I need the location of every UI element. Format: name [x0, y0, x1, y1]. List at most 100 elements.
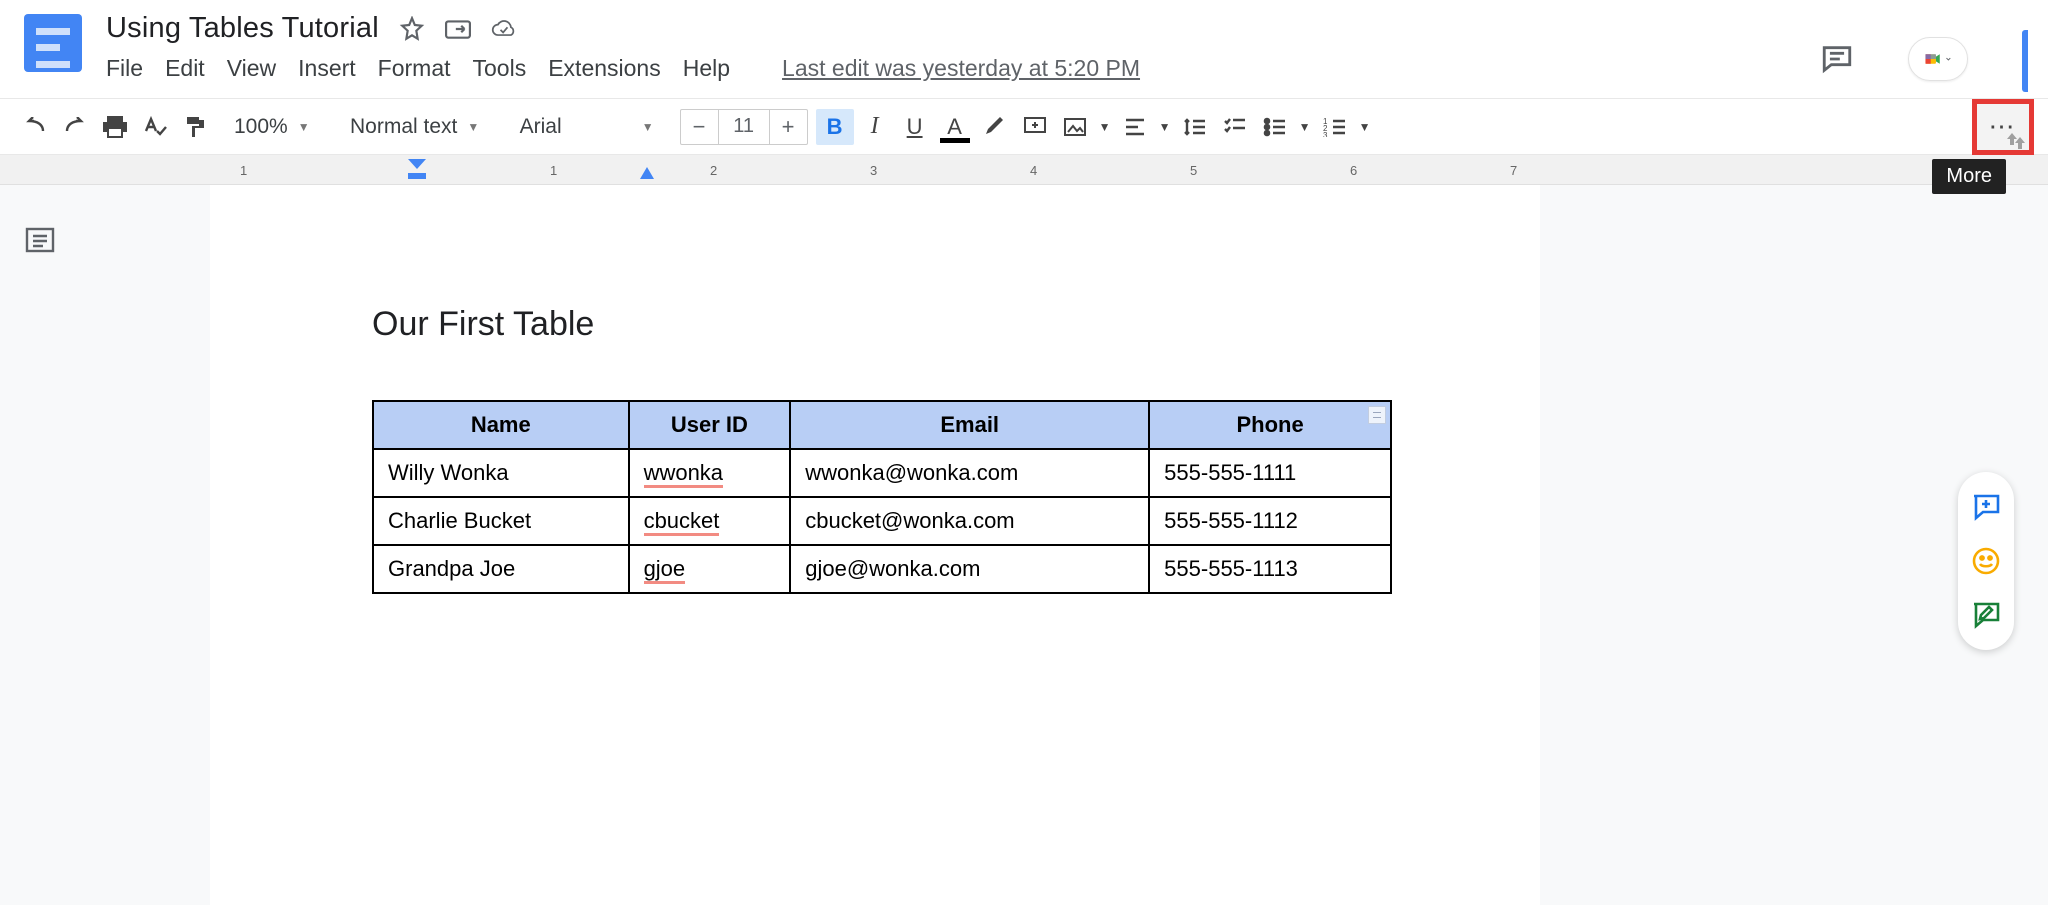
move-icon[interactable]: [445, 16, 471, 42]
table-row: Charlie Bucket cbucket cbucket@wonka.com…: [373, 497, 1391, 545]
menu-insert[interactable]: Insert: [298, 55, 356, 82]
more-tooltip: More: [1932, 159, 2006, 194]
table-header-cell[interactable]: User ID: [629, 401, 791, 449]
table-cell[interactable]: wwonka: [629, 449, 791, 497]
align-button[interactable]: [1116, 107, 1154, 147]
redo-button[interactable]: [56, 107, 94, 147]
font-size-input[interactable]: 11: [719, 115, 769, 138]
bulleted-list-button[interactable]: [1256, 107, 1294, 147]
more-toolbar-button[interactable]: ⋯: [1974, 101, 2032, 153]
table-cell[interactable]: 555-555-1113: [1149, 545, 1391, 593]
menu-extensions[interactable]: Extensions: [548, 55, 661, 82]
zoom-value: 100%: [234, 115, 288, 139]
ruler-mark: 1: [240, 163, 247, 178]
ruler-mark: 5: [1190, 163, 1197, 178]
header-right: [1820, 8, 2048, 92]
meet-button[interactable]: [1908, 37, 1968, 81]
menu-file[interactable]: File: [106, 55, 143, 82]
tab-marker-icon[interactable]: [640, 167, 654, 179]
menu-edit[interactable]: Edit: [165, 55, 205, 82]
spellcheck-button[interactable]: [136, 107, 174, 147]
document-outline-button[interactable]: [0, 185, 80, 905]
table-cell[interactable]: Grandpa Joe: [373, 545, 629, 593]
ruler-mark: 1: [550, 163, 557, 178]
chevron-down-icon: ▼: [298, 120, 310, 134]
line-spacing-button[interactable]: [1176, 107, 1214, 147]
zoom-select[interactable]: 100% ▼: [216, 107, 328, 147]
document-title[interactable]: Using Tables Tutorial: [106, 12, 379, 45]
table-row: Willy Wonka wwonka wwonka@wonka.com 555-…: [373, 449, 1391, 497]
table-cell[interactable]: cbucket: [629, 497, 791, 545]
table-header-row: Name User ID Email Phone: [373, 401, 1391, 449]
table-header-cell[interactable]: Name: [373, 401, 629, 449]
print-button[interactable]: [96, 107, 134, 147]
paragraph-style-select[interactable]: Normal text ▼: [330, 107, 500, 147]
chevron-down-icon[interactable]: ▼: [1296, 107, 1314, 147]
table-header-cell[interactable]: Phone: [1149, 401, 1391, 449]
paragraph-style-value: Normal text: [350, 115, 457, 139]
ruler-mark: 3: [870, 163, 877, 178]
text-color-button[interactable]: A: [936, 107, 974, 147]
paint-format-button[interactable]: [176, 107, 214, 147]
table-cell[interactable]: wwonka@wonka.com: [790, 449, 1149, 497]
last-edit-link[interactable]: Last edit was yesterday at 5:20 PM: [782, 55, 1140, 82]
menu-bar: File Edit View Insert Format Tools Exten…: [106, 45, 1820, 82]
menu-format[interactable]: Format: [378, 55, 451, 82]
ruler-mark: 7: [1510, 163, 1517, 178]
table-cell[interactable]: Charlie Bucket: [373, 497, 629, 545]
cloud-saved-icon[interactable]: [491, 16, 517, 42]
table-cell[interactable]: cbucket@wonka.com: [790, 497, 1149, 545]
floating-comment-tools: [1958, 472, 2014, 650]
table-cell[interactable]: gjoe@wonka.com: [790, 545, 1149, 593]
numbered-list-button[interactable]: 123: [1316, 107, 1354, 147]
add-comment-icon[interactable]: [1971, 492, 2001, 522]
table-cell[interactable]: 555-555-1111: [1149, 449, 1391, 497]
font-family-value: Arial: [520, 115, 562, 139]
title-column: Using Tables Tutorial File Edit View Ins…: [106, 8, 1820, 82]
toolbar: 100% ▼ Normal text ▼ Arial ▼ − 11 + B I …: [0, 99, 2048, 155]
ruler-mark: 2: [710, 163, 717, 178]
emoji-reaction-icon[interactable]: [1971, 546, 2001, 576]
chevron-down-icon[interactable]: ▼: [1096, 107, 1114, 147]
menu-view[interactable]: View: [227, 55, 276, 82]
comment-history-icon[interactable]: [1820, 42, 1854, 76]
docs-logo-icon[interactable]: [24, 14, 82, 72]
table-header-cell[interactable]: Email: [790, 401, 1149, 449]
svg-text:3: 3: [1323, 131, 1328, 137]
checklist-button[interactable]: [1216, 107, 1254, 147]
font-size-decrease-button[interactable]: −: [681, 109, 719, 145]
indent-marker-icon[interactable]: [408, 159, 426, 181]
menu-help[interactable]: Help: [683, 55, 730, 82]
bold-button[interactable]: B: [816, 109, 854, 145]
table-cell[interactable]: gjoe: [629, 545, 791, 593]
suggest-edits-icon[interactable]: [1971, 600, 2001, 630]
table-cell[interactable]: Willy Wonka: [373, 449, 629, 497]
undo-button[interactable]: [16, 107, 54, 147]
star-icon[interactable]: [399, 16, 425, 42]
insert-image-button[interactable]: [1056, 107, 1094, 147]
font-size-increase-button[interactable]: +: [769, 109, 807, 145]
highlight-color-button[interactable]: [976, 107, 1014, 147]
table-row: Grandpa Joe gjoe gjoe@wonka.com 555-555-…: [373, 545, 1391, 593]
menu-tools[interactable]: Tools: [473, 55, 527, 82]
chevron-down-icon: ▼: [642, 120, 654, 134]
chevron-down-icon: ▼: [467, 120, 479, 134]
table-handle-icon[interactable]: [1368, 406, 1386, 424]
insert-comment-button[interactable]: [1016, 107, 1054, 147]
document-area: Our First Table Name User ID Email Phone…: [0, 185, 2048, 905]
chevron-down-icon[interactable]: ▼: [1356, 107, 1374, 147]
ruler-mark: 6: [1350, 163, 1357, 178]
side-panel-stub-icon[interactable]: [2022, 30, 2028, 92]
title-row: Using Tables Tutorial: [106, 8, 1820, 45]
font-family-select[interactable]: Arial ▼: [502, 107, 672, 147]
italic-button[interactable]: I: [856, 107, 894, 147]
chevron-down-icon: [1946, 54, 1951, 64]
content-table[interactable]: Name User ID Email Phone Willy Wonka wwo…: [372, 400, 1392, 594]
docs-header: Using Tables Tutorial File Edit View Ins…: [0, 0, 2048, 99]
document-page[interactable]: Our First Table Name User ID Email Phone…: [210, 185, 1540, 905]
page-heading[interactable]: Our First Table: [372, 305, 1540, 344]
chevron-down-icon[interactable]: ▼: [1156, 107, 1174, 147]
table-cell[interactable]: 555-555-1112: [1149, 497, 1391, 545]
horizontal-ruler[interactable]: 1 1 2 3 4 5 6 7: [0, 155, 2048, 185]
underline-button[interactable]: U: [896, 107, 934, 147]
